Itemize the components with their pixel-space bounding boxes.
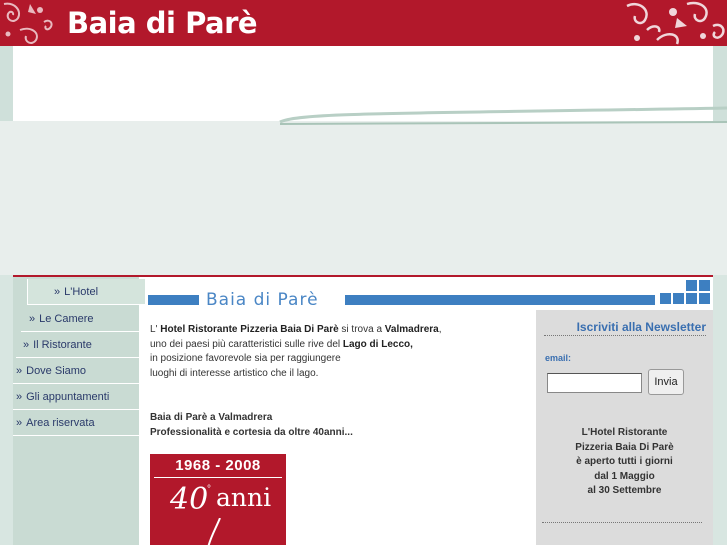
decor-square: [699, 293, 710, 304]
nav-item-appuntamenti[interactable]: » Gli appuntamenti: [13, 384, 139, 410]
anniversary-divider: [154, 477, 282, 478]
opening-info-line: L'Hotel Ristorante: [581, 427, 668, 438]
tagline: Baia di Parè a Valmadrera Professionalit…: [150, 410, 353, 440]
anniversary-word: anni: [216, 483, 272, 512]
intro-text-part: L': [150, 324, 161, 335]
decor-square: [673, 293, 684, 304]
title-bar-right-stripe: [345, 295, 655, 305]
tagline-line-2: Professionalità e cortesia da oltre 40an…: [150, 427, 353, 438]
sidebar: » L'Hotel » Le Camere » Il Ristorante » Dove…: [13, 277, 145, 545]
opening-info: L'Hotel Ristorante Pizzeria Baia Di Parè…: [536, 426, 713, 499]
tagline-line-1: Baia di Parè a Valmadrera: [150, 412, 273, 423]
anniversary-degree: °: [207, 484, 211, 495]
anniversary-flourish-icon: [207, 518, 221, 545]
nav-item-hotel[interactable]: » L'Hotel: [27, 279, 145, 305]
dotted-divider: [542, 522, 702, 523]
site-logo[interactable]: Baia di Parè: [67, 6, 258, 40]
arrow-icon: »: [29, 313, 36, 325]
nav-item-camere[interactable]: » Le Camere: [21, 306, 139, 332]
opening-info-line: dal 1 Maggio: [594, 470, 655, 482]
nav-item-dove-siamo[interactable]: » Dove Siamo: [13, 358, 139, 384]
decor-square: [660, 293, 671, 304]
nav-item-label: Dove Siamo: [26, 365, 87, 377]
intro-text-line: luoghi di interesse artistico che il lag…: [150, 367, 319, 379]
newsletter-panel: Iscriviti alla Newsletter email: Invia L…: [536, 310, 713, 545]
town-name: Valmadrera: [384, 324, 439, 335]
nav-item-label: Il Ristorante: [33, 339, 92, 351]
newsletter-title: Iscriviti alla Newsletter: [576, 320, 706, 334]
dotted-divider: [544, 335, 706, 336]
nav-item-label: L'Hotel: [64, 286, 99, 298]
opening-info-line: al 30 Settembre: [587, 485, 662, 496]
decor-square: [686, 280, 697, 291]
ornament-left-icon: [3, 2, 53, 44]
arrow-icon: »: [23, 339, 30, 351]
banner-wave-decoration: [279, 106, 727, 125]
submit-button[interactable]: Invia: [648, 369, 684, 395]
opening-info-line: Pizzeria Baia Di Parè: [575, 441, 674, 453]
arrow-icon: »: [16, 391, 23, 403]
email-label: email:: [545, 353, 572, 363]
hotel-name: Hotel Ristorante Pizzeria Baia Di Parè: [160, 324, 339, 335]
decor-square: [686, 293, 697, 304]
ornament-right-icon: [626, 1, 725, 45]
section-title-bar: Baia di Parè: [148, 290, 708, 310]
intro-text: L' Hotel Ristorante Pizzeria Baia Di Par…: [150, 323, 530, 381]
anniversary-years: 1968 - 2008: [175, 457, 261, 474]
anniversary-number: 40: [170, 482, 209, 517]
decor-square: [699, 280, 710, 291]
arrow-icon: »: [54, 286, 61, 298]
opening-info-line: è aperto tutti i giorni: [576, 456, 673, 467]
intro-text-part: si trova a: [338, 324, 385, 335]
banner-lower-band: [0, 121, 727, 275]
nav-item-ristorante[interactable]: » Il Ristorante: [16, 332, 139, 358]
nav-item-area-riservata[interactable]: » Area riservata: [13, 410, 139, 436]
intro-text-line: in posizione favorevole sia per raggiung…: [150, 353, 341, 364]
intro-text-part: ,: [438, 324, 442, 335]
intro-text-part: uno dei paesi più caratteristici sulle r…: [150, 338, 343, 350]
right-edge: [713, 277, 727, 545]
nav-item-label: Gli appuntamenti: [26, 391, 110, 403]
site-header: Baia di Parè: [0, 0, 727, 46]
page-title: Baia di Parè: [206, 290, 319, 310]
anniversary-badge: 1968 - 2008 40 ° anni: [150, 454, 286, 545]
nav-item-label: Le Camere: [39, 313, 94, 325]
title-bar-left-stripe: [148, 295, 199, 305]
nav-item-label: Area riservata: [26, 417, 95, 429]
arrow-icon: »: [16, 365, 23, 377]
arrow-icon: »: [16, 417, 23, 429]
lake-name: Lago di Lecco,: [342, 338, 413, 350]
page: Baia di Parè » L'Hotel » Le Camere » Il …: [0, 0, 727, 545]
email-input[interactable]: [547, 373, 642, 393]
